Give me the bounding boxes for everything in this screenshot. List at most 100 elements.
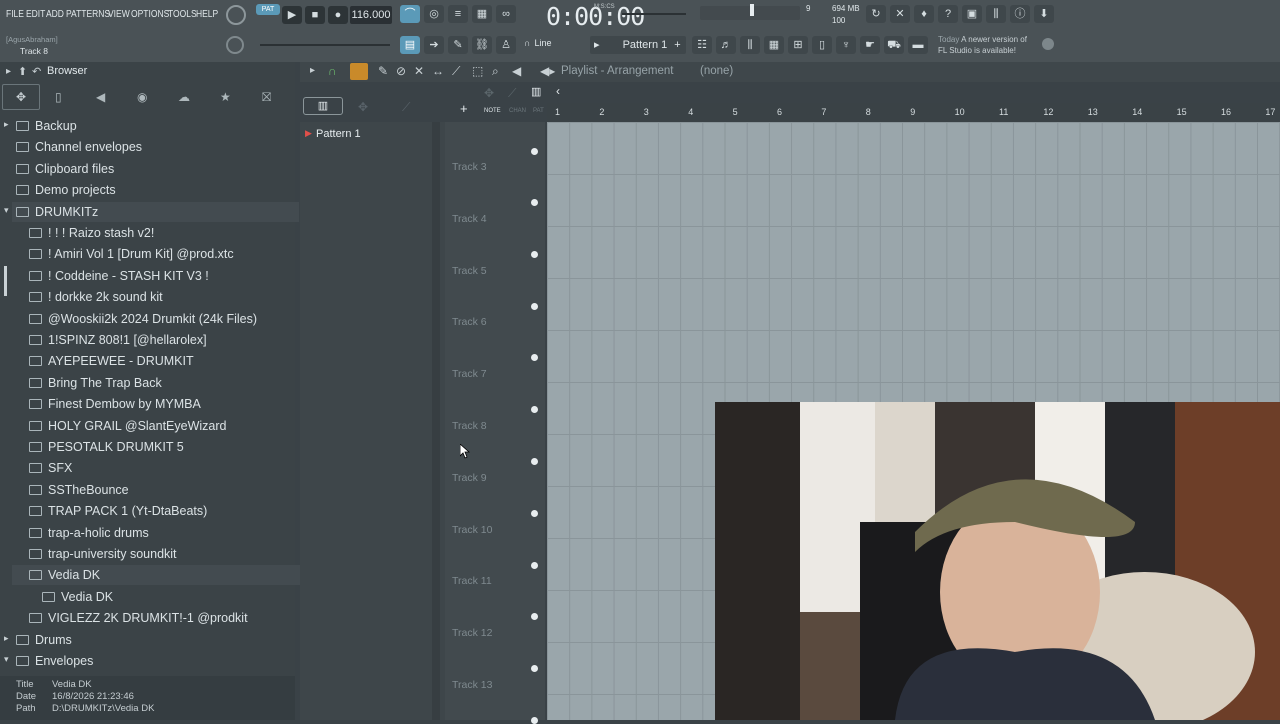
track-label[interactable]: Track 8	[452, 420, 487, 432]
meter-marker[interactable]	[750, 4, 754, 16]
mixer-button[interactable]: ⫼	[740, 36, 760, 54]
up-arrow-icon[interactable]: ⬆	[18, 65, 27, 78]
pattern-selector[interactable]: ▸ Pattern 1 +	[590, 36, 686, 54]
track-label[interactable]: Track 9	[452, 472, 487, 484]
menu-tools[interactable]: TOOLS	[168, 9, 197, 20]
mixer-toggle-button[interactable]: ⫼	[986, 5, 1006, 23]
track-mute-dot[interactable]	[531, 250, 538, 258]
help-button[interactable]: ?	[938, 5, 958, 23]
browser-folder-item[interactable]: DRUMKITz	[12, 201, 299, 222]
browser-tab-files-icon[interactable]: ▯	[55, 90, 62, 104]
draw-tool-icon[interactable]	[350, 63, 368, 80]
track-move-icon[interactable]: ✥	[484, 86, 494, 100]
channel-rack-view-button[interactable]: ▦	[764, 36, 784, 54]
metronome-button[interactable]: ⌒	[400, 5, 420, 23]
browser-tab-plugins-icon[interactable]: ◀	[96, 90, 105, 104]
snap-selector[interactable]: ∩ Line	[524, 38, 584, 52]
browser-folder-item[interactable]: Envelopes	[0, 651, 93, 671]
track-label[interactable]: Track 7	[452, 368, 487, 380]
browser-folder-item[interactable]: Backup	[0, 116, 77, 136]
slip-tool-icon[interactable]: ↔	[432, 64, 444, 78]
arrangement-selector[interactable]: (none)	[700, 65, 733, 77]
plugin-database-button[interactable]: ♆	[836, 36, 856, 54]
track-mute-dot[interactable]	[531, 302, 538, 310]
browser-folder-item[interactable]: SFX	[0, 458, 72, 478]
track-label[interactable]: Track 11	[452, 575, 492, 587]
menu-help[interactable]: HELP	[196, 9, 218, 20]
globe-icon[interactable]	[1042, 38, 1054, 50]
pattern-list-scrollbar[interactable]	[432, 122, 440, 720]
pattern-item[interactable]: ▶ Pattern 1	[300, 126, 430, 144]
touch-controller-button[interactable]: ☛	[860, 36, 880, 54]
save-button[interactable]: ▣	[962, 5, 982, 23]
shop-button[interactable]: ⛟	[884, 36, 904, 54]
browser-folder-item[interactable]: SSTheBounce	[0, 480, 129, 500]
tempo-display[interactable]: 116.000	[350, 6, 392, 24]
expand-arrow-icon[interactable]: ▸	[4, 633, 9, 644]
menu-options[interactable]: OPTIONS	[131, 9, 169, 20]
browser-folder-item[interactable]: HOLY GRAIL @SlantEyeWizard	[0, 416, 227, 436]
collapse-arrow-icon[interactable]: ▸	[6, 66, 11, 77]
main-volume-knob[interactable]	[226, 36, 244, 54]
tools-button[interactable]: ✕	[890, 5, 910, 23]
track-label[interactable]: Track 3	[452, 161, 487, 173]
master-volume-slider[interactable]	[622, 13, 686, 15]
expand-arrow-icon[interactable]: ▾	[4, 654, 9, 665]
browser-folder-item[interactable]: ! dorkke 2k sound kit	[0, 287, 163, 307]
record-button[interactable]: ●	[328, 6, 348, 24]
mic-button[interactable]: ♦	[914, 5, 934, 23]
track-mute-dot[interactable]	[531, 509, 538, 517]
menu-file[interactable]: FILE	[6, 9, 24, 20]
browser-folder-item[interactable]: AYEPEEWEE - DRUMKIT	[0, 351, 194, 371]
scroll-left-icon[interactable]: ‹	[556, 84, 560, 98]
browser-folder-item[interactable]: Vedia DK	[12, 565, 312, 586]
loop-record-button[interactable]: ∞	[496, 5, 516, 23]
zoom-tool-icon[interactable]: ⌕	[492, 64, 499, 79]
piano-toggle-icon[interactable]: ▥	[531, 85, 541, 98]
plugin-picker-button[interactable]: ⊞	[788, 36, 808, 54]
piano-pattern-button[interactable]: ▥	[303, 97, 343, 115]
blend-notes-button[interactable]: ▦	[472, 5, 492, 23]
select-tool-icon[interactable]: ⬚	[472, 64, 483, 78]
paint-tool-icon[interactable]: ✎	[378, 64, 388, 78]
track-mute-dot[interactable]	[531, 717, 538, 724]
playlist-toggle-button[interactable]: ▤	[400, 36, 420, 54]
add-track-icon[interactable]: +	[460, 101, 468, 116]
pat-song-toggle[interactable]: PAT	[256, 4, 280, 15]
expand-arrow-icon[interactable]: ▸	[4, 119, 9, 130]
countdown-button[interactable]: ≡	[448, 5, 468, 23]
timeline-ruler[interactable]: 1 2 3 4 5 6 7 8 9 10 11 12 13 14 15 16 17	[547, 103, 1280, 122]
mute-tool-icon[interactable]: ✕	[414, 64, 424, 78]
info-button[interactable]: ⓘ	[1010, 5, 1030, 23]
browser-folder-item[interactable]: Channel envelopes	[0, 137, 142, 157]
master-pitch-knob[interactable]	[226, 5, 246, 25]
browser-folder-item[interactable]: trap-a-holic drums	[0, 523, 149, 543]
pattern-edit-icon[interactable]: ⟋	[402, 100, 410, 115]
browser-folder-item[interactable]: ! ! ! Raizo stash v2!	[0, 223, 154, 243]
browser-folder-item[interactable]: Drums	[0, 630, 72, 650]
channel-rack-button[interactable]: ☷	[692, 36, 712, 54]
wait-for-input-button[interactable]: ◎	[424, 5, 444, 23]
stop-button[interactable]: ■	[305, 6, 325, 24]
playback-tool-icon[interactable]: ◀	[512, 64, 521, 78]
menu-add[interactable]: ADD	[46, 9, 64, 20]
browser-tab-cloud-icon[interactable]: ☁	[178, 90, 190, 104]
menu-edit[interactable]: EDIT	[26, 9, 45, 20]
browser-tab-bag-icon[interactable]: ⛝	[262, 90, 271, 105]
project-browser-button[interactable]: ▯	[812, 36, 832, 54]
track-mute-dot[interactable]	[531, 561, 538, 569]
browser-folder-item[interactable]: VIGLEZZ 2K DRUMKIT!-1 @prodkit	[0, 608, 248, 628]
track-label[interactable]: Track 13	[452, 679, 492, 691]
slice-tool-icon[interactable]: ⟋	[452, 64, 460, 79]
draw-tool-button[interactable]: ✎	[448, 36, 468, 54]
browser-folder-item[interactable]: Clipboard files	[0, 159, 114, 179]
more-button[interactable]: ▬	[908, 36, 928, 54]
back-icon[interactable]: ↶	[32, 65, 41, 78]
pattern-move-icon[interactable]: ✥	[358, 100, 368, 114]
expand-arrow-icon[interactable]: ▾	[4, 205, 9, 216]
menu-view[interactable]: VIEW	[108, 9, 130, 20]
browser-folder-item[interactable]: Vedia DK	[0, 587, 113, 607]
track-label[interactable]: Track 5	[452, 265, 487, 277]
track-label[interactable]: Track 10	[452, 524, 492, 536]
arrangement-arrow-icon[interactable]: ◀▸	[540, 64, 555, 78]
